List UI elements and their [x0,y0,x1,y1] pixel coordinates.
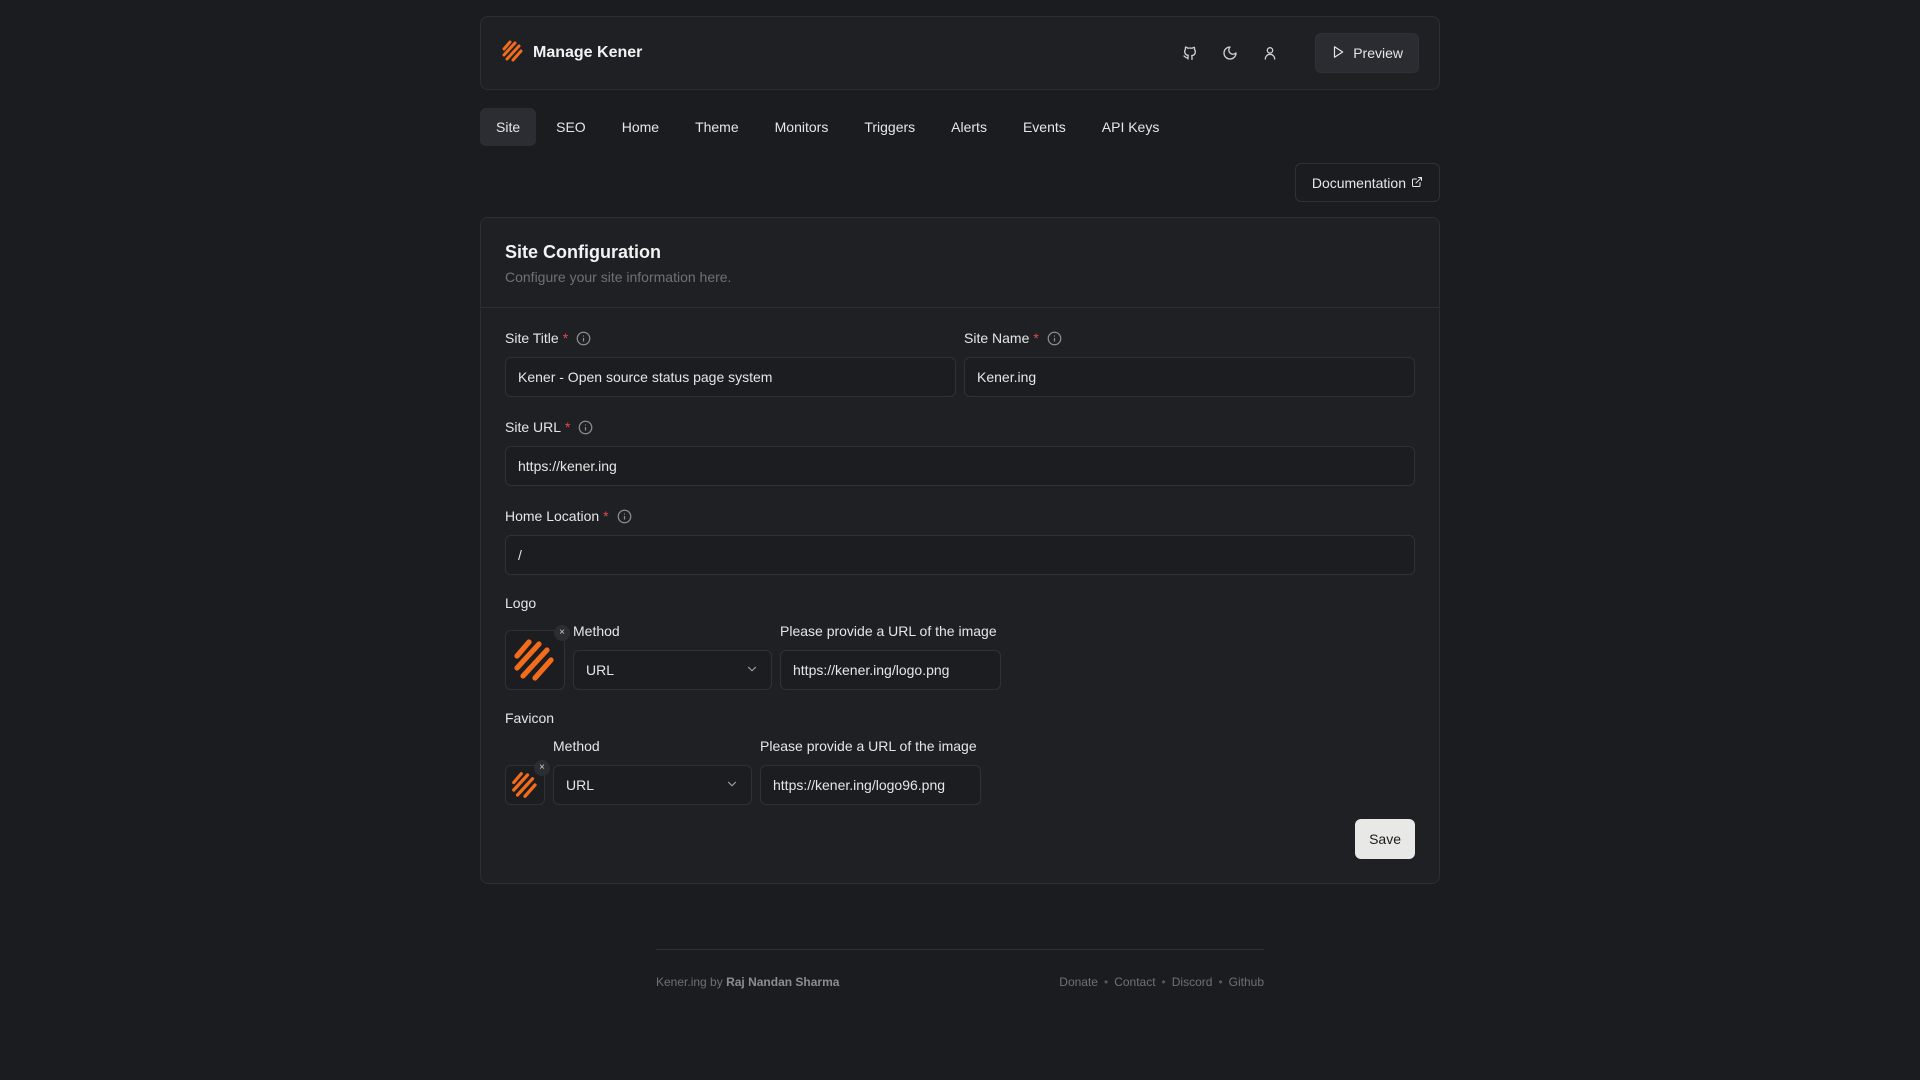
documentation-label: Documentation [1311,174,1406,191]
favicon-preview: × [505,760,550,805]
tab-monitors[interactable]: Monitors [759,108,845,146]
favicon-method-label: Method [553,738,600,754]
logo-method-label: Method [573,623,620,639]
logo-method-select[interactable]: URL [573,650,772,690]
external-link-icon [1411,175,1423,191]
info-icon[interactable] [617,509,632,524]
nav-tabs: Site SEO Home Theme Monitors Triggers Al… [480,108,1440,146]
tab-alerts[interactable]: Alerts [935,108,1003,146]
chevron-down-icon [745,662,759,679]
site-url-label-text: Site URL [505,419,562,435]
github-icon[interactable] [1179,42,1201,64]
tab-seo[interactable]: SEO [540,108,602,146]
remove-logo-button[interactable]: × [554,625,570,641]
play-icon [1331,45,1345,62]
save-button[interactable]: Save [1355,819,1415,859]
site-title-input[interactable]: Kener - Open source status page system [505,357,956,397]
app-container: Manage Kener Preview Site SEO Home Theme… [480,16,1440,884]
tab-api-keys[interactable]: API Keys [1086,108,1176,146]
app-title: Manage Kener [533,44,643,61]
kener-logo-icon [514,639,554,681]
footer-prefix: Kener.ing by [656,975,723,989]
tab-home[interactable]: Home [606,108,675,146]
home-location-field: Home Location * / [505,506,1415,575]
site-url-input[interactable]: https://kener.ing [505,446,1415,486]
favicon-row: × Method URL Please provide a URL of the… [505,736,1415,805]
tab-theme[interactable]: Theme [679,108,755,146]
card-body: Site Title * Kener - Open source status … [481,308,1439,883]
tab-site[interactable]: Site [480,108,537,146]
home-location-label: Home Location * [505,506,1415,526]
info-icon[interactable] [576,331,591,346]
documentation-button[interactable]: Documentation [1294,163,1440,202]
logo-method-col: Method URL [573,621,772,690]
footer-author[interactable]: Raj Nandan Sharma [726,975,839,989]
site-title-label-text: Site Title [505,330,559,346]
kener-logo-icon [501,39,525,68]
logo-method-value: URL [586,662,615,678]
info-icon[interactable] [578,420,593,435]
favicon-url-col: Please provide a URL of the image https:… [760,736,981,805]
kener-logo-icon [512,772,537,798]
user-icon[interactable] [1259,42,1281,64]
site-name-input[interactable]: Kener.ing [964,357,1415,397]
brand[interactable]: Manage Kener [501,39,642,68]
footer-separator: • [1103,975,1109,989]
card-header: Site Configuration Configure your site i… [481,218,1439,308]
footer-separator: • [1161,975,1166,989]
favicon-method-value: URL [566,777,595,793]
title-name-row: Site Title * Kener - Open source status … [505,328,1415,417]
required-marker: * [603,508,609,524]
footer-credit: Kener.ing by Raj Nandan Sharma [656,975,839,989]
top-header: Manage Kener Preview [480,16,1440,90]
logo-url-col: Please provide a URL of the image https:… [780,621,1001,690]
site-name-label-text: Site Name [964,330,1030,346]
site-url-label: Site URL * [505,417,1415,437]
card-title: Site Configuration [505,242,661,262]
favicon-url-label: Please provide a URL of the image [760,738,977,754]
required-marker: * [565,419,571,435]
site-name-field: Site Name * Kener.ing [964,328,1415,397]
footer-link-discord[interactable]: Discord [1172,975,1213,989]
logo-url-input[interactable]: https://kener.ing/logo.png [780,650,1001,690]
favicon-method-select[interactable]: URL [553,765,752,805]
home-location-label-text: Home Location [505,508,600,524]
remove-favicon-button[interactable]: × [534,760,550,776]
logo-row: × Method URL Please provide a URL of the… [505,621,1415,690]
tab-events[interactable]: Events [1007,108,1082,146]
save-row: Save [505,819,1415,859]
footer-link-contact[interactable]: Contact [1114,975,1155,989]
preview-label: Preview [1353,45,1403,61]
tab-triggers[interactable]: Triggers [848,108,931,146]
chevron-down-icon [725,777,739,794]
footer-links: Donate • Contact • Discord • Github [1059,975,1264,989]
favicon-label: Favicon [505,710,555,726]
info-icon[interactable] [1047,331,1062,346]
logo-preview: × [505,625,570,690]
favicon-url-input[interactable]: https://kener.ing/logo96.png [760,765,981,805]
site-title-label: Site Title * [505,328,956,348]
card-subtitle: Configure your site information here. [505,269,732,285]
site-title-field: Site Title * Kener - Open source status … [505,328,956,397]
logo-label: Logo [505,595,537,611]
footer-link-github[interactable]: Github [1229,975,1264,989]
header-actions: Preview [1179,33,1419,73]
footer-link-donate[interactable]: Donate [1059,975,1098,989]
preview-button[interactable]: Preview [1315,33,1419,73]
site-name-label: Site Name * [964,328,1415,348]
logo-url-label: Please provide a URL of the image [780,623,997,639]
required-marker: * [1033,330,1039,346]
footer-separator: • [1218,975,1223,989]
site-url-field: Site URL * https://kener.ing [505,417,1415,486]
documentation-row: Documentation [480,163,1440,202]
moon-icon[interactable] [1219,42,1241,64]
favicon-method-col: Method URL [553,736,752,805]
home-location-input[interactable]: / [505,535,1415,575]
page-footer: Kener.ing by Raj Nandan Sharma Donate • … [656,949,1264,989]
required-marker: * [562,330,569,346]
site-configuration-card: Site Configuration Configure your site i… [480,217,1440,884]
